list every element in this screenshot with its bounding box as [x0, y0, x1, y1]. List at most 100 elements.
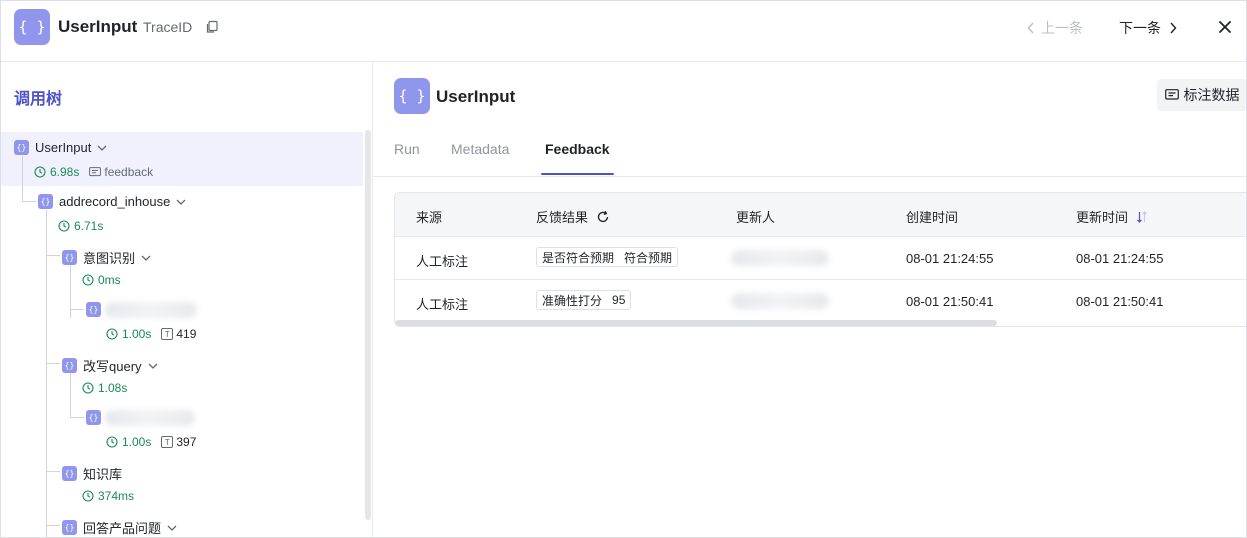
tree-node-answer-product-question[interactable]: {} 回答产品问题	[62, 518, 177, 537]
column-header-source: 来源	[416, 207, 442, 226]
tree-node-label: 意图识别	[83, 251, 136, 266]
feedback-result-chip: 准确性打分 95	[536, 290, 632, 310]
feedback-table: 来源 反馈结果 更新人 创建时间 更新时间 人工标注 是否符合预期 符合预期 0…	[394, 192, 1246, 327]
tree-node-meta: 1.00s T 419	[106, 327, 196, 341]
tree-node-intent-recognition[interactable]: {} 意图识别	[62, 248, 151, 267]
chevron-left-icon	[1027, 22, 1034, 34]
node-type-icon: {}	[62, 358, 77, 373]
refresh-icon[interactable]	[596, 210, 610, 224]
duration-text: 6.98s	[50, 165, 80, 179]
node-type-icon: { }	[14, 9, 50, 45]
annotate-icon	[1164, 88, 1179, 100]
prev-record-button[interactable]: 上一条	[1027, 18, 1083, 38]
tree-node-label: 知识库	[83, 467, 123, 482]
tree-connector	[22, 201, 36, 202]
duration-text: 1.00s	[122, 435, 152, 449]
node-type-icon: {}	[62, 520, 77, 535]
duration-text: 1.08s	[98, 381, 128, 395]
panel-header: { } UserInput TraceID 上一条 下一条	[1, 1, 1246, 62]
table-row[interactable]: 人工标注 是否符合预期 符合预期 08-01 21:24:55 08-01 21…	[395, 236, 1246, 279]
active-tab-indicator	[541, 173, 614, 175]
column-header-updater: 更新人	[736, 207, 775, 226]
tab-feedback[interactable]: Feedback	[545, 141, 610, 157]
annotate-data-label: 标注数据	[1183, 87, 1240, 103]
detail-tabs: Run Metadata Feedback	[373, 140, 1246, 177]
cell-updated-time: 08-01 21:50:41	[1076, 294, 1164, 309]
tab-metadata[interactable]: Metadata	[451, 141, 509, 157]
token-icon: T	[161, 436, 174, 448]
tree-connector	[46, 471, 60, 472]
tree-node-addrecord-inhouse[interactable]: {} addrecord_inhouse	[38, 194, 186, 209]
token-count: T 419	[161, 327, 196, 341]
cell-source: 人工标注	[416, 254, 469, 269]
tree-connector	[46, 363, 60, 364]
clock-icon	[82, 274, 94, 286]
tree-node-llm-call[interactable]: {}	[86, 410, 101, 425]
tree-node-userinput[interactable]: {} UserInput	[14, 140, 107, 155]
column-header-label: 更新人	[736, 210, 776, 225]
chevron-down-icon[interactable]	[176, 199, 186, 205]
node-type-icon: {}	[62, 250, 77, 265]
node-type-icon: {}	[62, 466, 77, 481]
feedback-value: 95	[612, 293, 626, 307]
tree-connector	[70, 372, 71, 418]
clock-icon	[106, 328, 118, 340]
tree-connector	[46, 525, 60, 526]
next-record-button[interactable]: 下一条	[1119, 18, 1177, 38]
feedback-value: 符合预期	[624, 250, 673, 265]
feedback-result-chip: 是否符合预期 符合预期	[536, 247, 679, 267]
column-header-created: 创建时间	[906, 207, 958, 226]
column-header-label: 创建时间	[906, 210, 959, 225]
column-header-label: 来源	[416, 210, 443, 225]
tab-run[interactable]: Run	[394, 141, 420, 157]
column-header-label: 反馈结果	[536, 210, 589, 225]
clock-icon	[34, 166, 46, 178]
tree-node-meta: 6.98s feedback	[34, 165, 153, 179]
token-count-value: 419	[176, 327, 197, 341]
token-icon: T	[161, 328, 174, 340]
tree-node-label: 回答产品问题	[83, 521, 162, 536]
column-header-label: 更新时间	[1076, 210, 1129, 225]
chevron-right-icon	[1170, 22, 1177, 34]
tree-node-meta: 1.08s	[82, 381, 127, 395]
tree-connector	[46, 255, 60, 256]
tree-connector	[70, 309, 84, 310]
cell-created-time: 08-01 21:24:55	[906, 251, 994, 266]
tree-node-label: addrecord_inhouse	[59, 194, 171, 209]
chevron-down-icon[interactable]	[167, 525, 177, 531]
redacted-node-name	[105, 302, 197, 318]
duration-text: 0ms	[98, 273, 121, 287]
column-header-updated[interactable]: 更新时间	[1076, 207, 1148, 226]
call-tree-panel: 调用树 {} UserInput 6.98s feedback {} addre…	[1, 62, 373, 537]
tree-connector	[46, 210, 47, 537]
copy-icon[interactable]	[205, 20, 219, 34]
node-type-icon: {}	[86, 302, 101, 317]
clock-icon	[82, 490, 94, 502]
trace-title: UserInput	[58, 17, 138, 36]
tree-node-meta: 6.71s	[58, 219, 103, 233]
call-tree-title: 调用树	[14, 91, 63, 108]
table-horizontal-scrollbar[interactable]	[395, 320, 997, 326]
chevron-down-icon[interactable]	[141, 255, 151, 261]
table-header: 来源 反馈结果 更新人 创建时间 更新时间	[395, 193, 1246, 236]
node-type-icon: { }	[394, 78, 430, 114]
duration-text: 1.00s	[122, 327, 152, 341]
tree-node-llm-call[interactable]: {}	[86, 302, 101, 317]
chevron-down-icon[interactable]	[97, 145, 107, 151]
sort-icon[interactable]	[1136, 210, 1148, 223]
chevron-down-icon[interactable]	[148, 363, 158, 369]
tree-scrollbar[interactable]	[365, 130, 371, 520]
column-header-result: 反馈结果	[536, 207, 610, 226]
close-icon[interactable]	[1216, 18, 1234, 36]
duration-text: 374ms	[98, 489, 135, 503]
redacted-updater	[731, 293, 829, 309]
table-row[interactable]: 人工标注 准确性打分 95 08-01 21:50:41 08-01 21:50…	[395, 279, 1246, 322]
token-count-value: 397	[176, 435, 197, 449]
node-type-icon: {}	[38, 194, 53, 209]
tree-node-rewrite-query[interactable]: {} 改写query	[62, 356, 158, 375]
tree-node-meta: 374ms	[82, 489, 134, 503]
clock-icon	[58, 220, 70, 232]
tree-node-knowledge-base[interactable]: {} 知识库	[62, 464, 122, 483]
annotate-data-button[interactable]: 标注数据	[1157, 79, 1246, 111]
next-record-label: 下一条	[1119, 20, 1161, 36]
